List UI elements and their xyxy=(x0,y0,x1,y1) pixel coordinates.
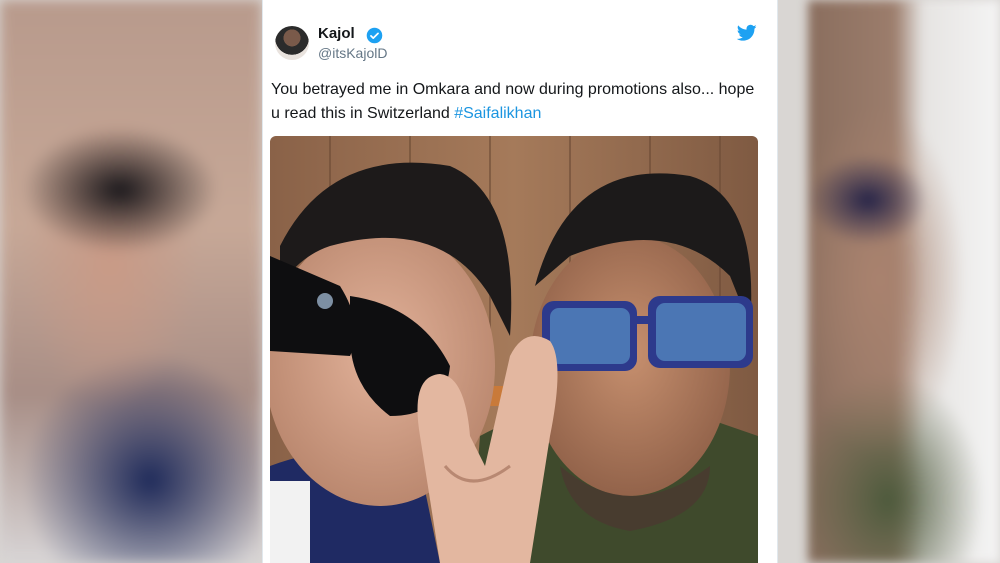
tweet-card: Kajol @itsKajolD You betrayed me in Omka… xyxy=(262,0,778,563)
blurred-background-right xyxy=(808,0,1000,563)
hashtag-link[interactable]: #Saifalikhan xyxy=(454,105,541,122)
avatar[interactable] xyxy=(275,26,309,60)
tweet-text: You betrayed me in Omkara and now during… xyxy=(271,78,761,126)
selfie-image xyxy=(270,136,758,563)
blurred-background-left xyxy=(0,0,262,563)
author-handle[interactable]: @itsKajolD xyxy=(318,45,387,61)
tweet-photo[interactable] xyxy=(270,136,758,563)
twitter-bird-icon[interactable] xyxy=(737,24,757,42)
author-name[interactable]: Kajol xyxy=(318,25,355,42)
verified-badge-icon xyxy=(366,27,383,44)
